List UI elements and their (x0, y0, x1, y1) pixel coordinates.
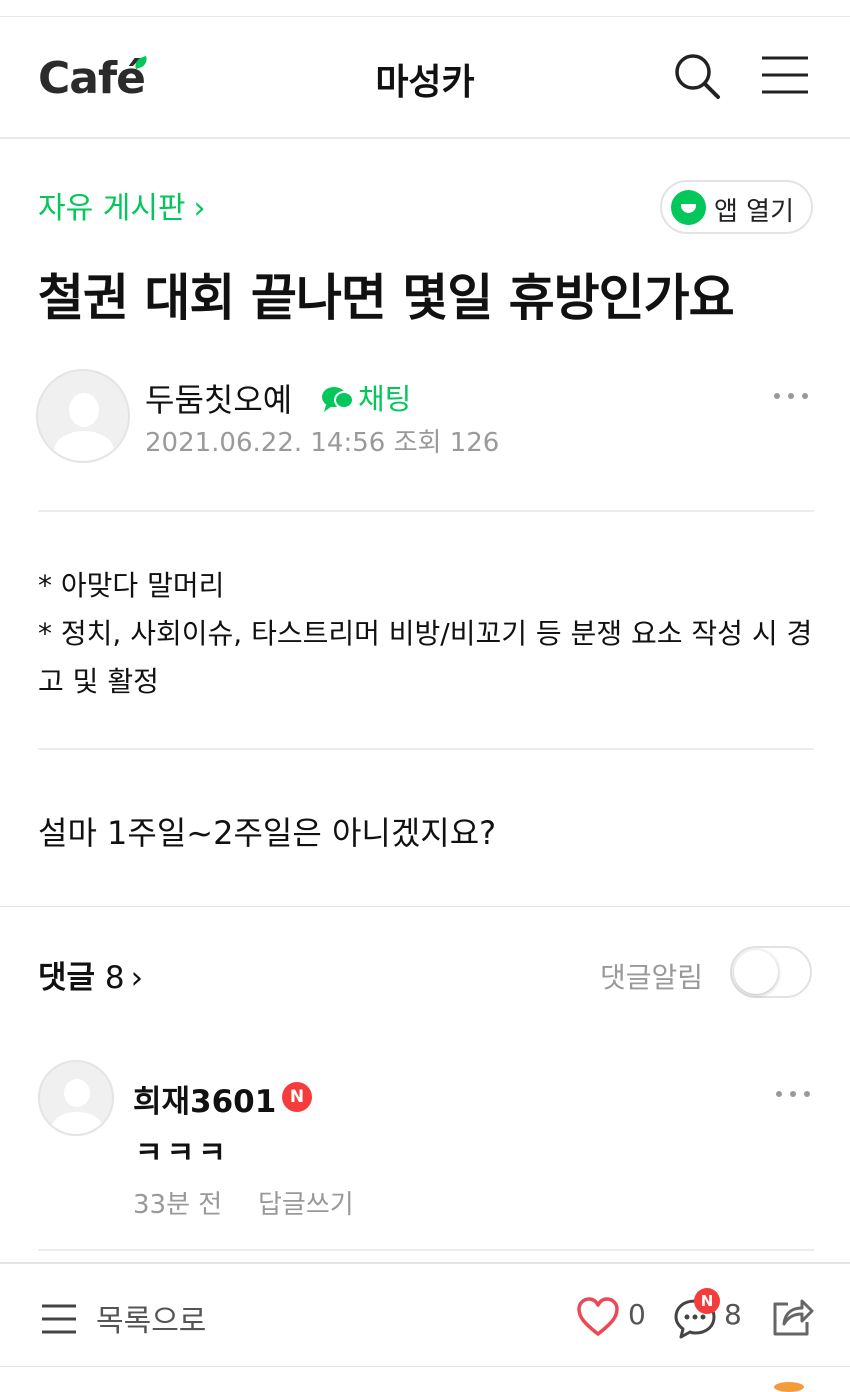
section-divider (0, 906, 850, 907)
chevron-right-icon: › (193, 191, 206, 226)
new-badge: N (282, 1082, 312, 1112)
chat-bubble-icon (322, 387, 354, 412)
comment-time: 33분 전 (133, 1190, 223, 1220)
comment-notify-label: 댓글알림 (600, 961, 704, 994)
chat-button[interactable]: 채팅 (320, 376, 411, 418)
more-options-icon[interactable] (772, 390, 812, 402)
board-link[interactable]: 자유 게시판 › (38, 183, 206, 227)
comments-count: 8 (104, 960, 125, 996)
app-open-button[interactable]: 앱 열기 (660, 180, 813, 234)
comment-text: ㅋㅋㅋ (135, 1136, 230, 1171)
share-icon[interactable] (770, 1294, 814, 1338)
article-meta: 2021.06.22. 14:56 조회 126 (145, 428, 500, 458)
notice-line: * 아맞다 말머리 (38, 569, 225, 602)
search-icon[interactable] (672, 51, 722, 101)
divider (38, 510, 814, 512)
floating-button-edge[interactable] (774, 1382, 804, 1392)
app-header: Café 마성카 (0, 17, 850, 139)
comment-count: 8 (724, 1298, 742, 1331)
list-icon[interactable] (40, 1302, 78, 1336)
comment-notify-toggle[interactable] (730, 946, 812, 998)
back-to-list-button[interactable]: 목록으로 (96, 1296, 206, 1340)
commenter-avatar[interactable] (38, 1060, 114, 1136)
like-count: 0 (628, 1298, 646, 1331)
author-name[interactable]: 두둠칫오예 (145, 375, 292, 421)
article-body: 설마 1주일~2주일은 아니겠지요? (38, 814, 497, 852)
cafe-name[interactable]: 마성카 (0, 53, 850, 105)
status-strip (0, 0, 850, 17)
comments-label: 댓글 (38, 960, 96, 996)
reply-button[interactable]: 답글쓰기 (258, 1184, 354, 1221)
commenter-name[interactable]: 희재3601 (133, 1076, 276, 1121)
bottom-strip (0, 1366, 850, 1387)
comment-more-icon[interactable] (774, 1088, 814, 1100)
bottom-toolbar: 목록으로 0 N 8 (0, 1262, 850, 1368)
chat-label: 채팅 (358, 382, 412, 416)
article-title: 철권 대회 끝나면 몇일 휴방인가요 (38, 269, 735, 327)
divider (38, 748, 814, 750)
author-avatar[interactable] (36, 369, 130, 463)
toggle-knob (734, 950, 778, 994)
notice-block: * 아맞다 말머리 * 정치, 사회이슈, 타스트리머 비방/비꼬기 등 분쟁 … (38, 562, 813, 706)
comment-new-badge: N (694, 1288, 720, 1314)
heart-icon[interactable] (576, 1296, 620, 1338)
cafe-app-icon (671, 190, 706, 225)
board-label: 자유 게시판 (38, 191, 186, 226)
menu-icon[interactable] (760, 53, 810, 97)
chevron-right-icon: › (130, 960, 144, 996)
divider (38, 1249, 814, 1251)
comments-header[interactable]: 댓글 8 › (38, 952, 143, 997)
notice-line: * 정치, 사회이슈, 타스트리머 비방/비꼬기 등 분쟁 요소 작성 시 경고… (38, 617, 813, 698)
app-open-label: 앱 열기 (714, 197, 795, 227)
